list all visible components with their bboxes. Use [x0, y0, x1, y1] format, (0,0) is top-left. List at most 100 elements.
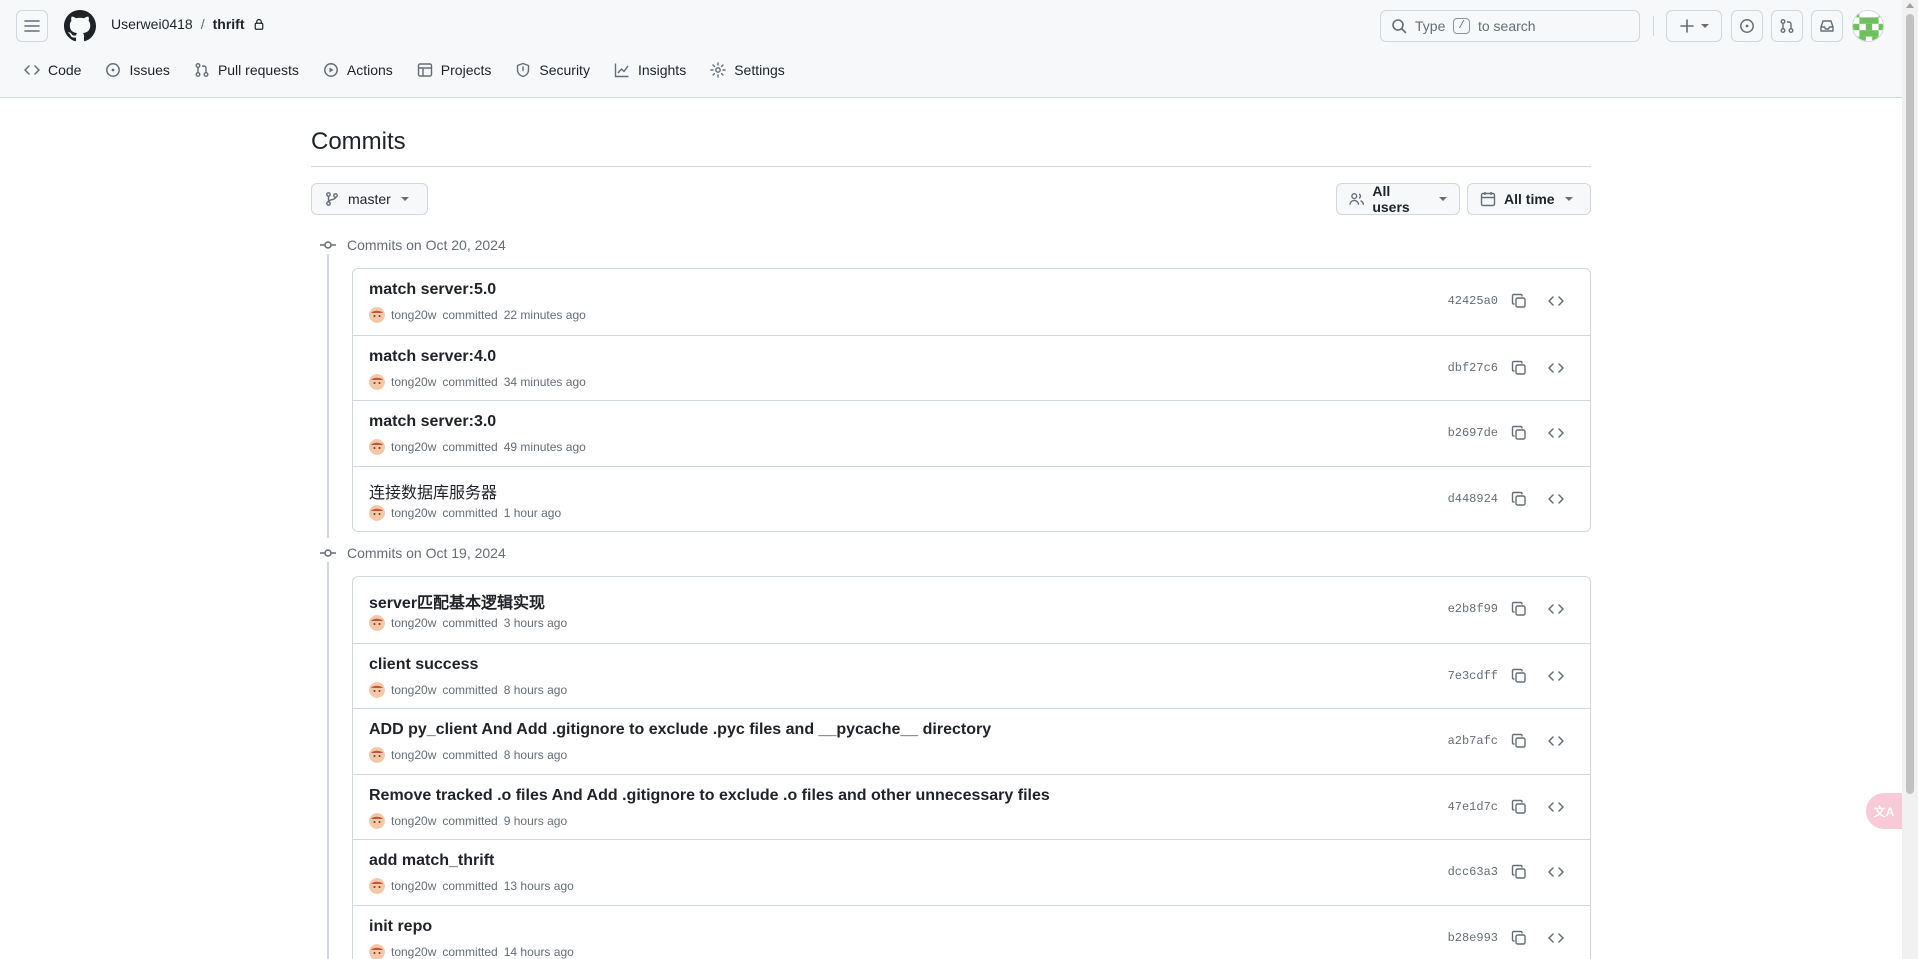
author-avatar[interactable]: [369, 615, 385, 631]
commit-sha[interactable]: dcc63a3: [1448, 865, 1498, 879]
commit-time: 34 minutes ago: [503, 374, 586, 389]
commit-author[interactable]: tong20w: [391, 945, 436, 959]
tab-label: Settings: [734, 62, 785, 78]
tab-insights[interactable]: Insights: [606, 56, 694, 84]
commit-sha[interactable]: b2697de: [1448, 426, 1498, 440]
author-avatar[interactable]: [369, 812, 385, 829]
copy-icon: [1511, 668, 1526, 683]
commit-title[interactable]: match server:4.0: [369, 348, 496, 366]
browse-repo-button[interactable]: [1542, 727, 1570, 755]
tab-projects[interactable]: Projects: [409, 56, 500, 84]
github-logo-icon[interactable]: [64, 10, 96, 42]
commit-title[interactable]: ADD py_client And Add .gitignore to excl…: [369, 721, 991, 739]
commit-author[interactable]: tong20w: [391, 308, 436, 322]
commit-title[interactable]: client success: [369, 656, 478, 674]
author-avatar[interactable]: [369, 943, 385, 959]
commit-verb: committed: [442, 505, 498, 520]
issues-button[interactable]: [1731, 10, 1763, 42]
copy-sha-button[interactable]: [1505, 858, 1533, 886]
copy-sha-button[interactable]: [1505, 793, 1533, 821]
breadcrumb-repo[interactable]: thrift: [213, 16, 245, 32]
create-new-button[interactable]: [1666, 10, 1722, 42]
commit-sha[interactable]: b28e993: [1448, 931, 1498, 945]
commit-author[interactable]: tong20w: [391, 375, 436, 389]
tab-label: Security: [539, 62, 590, 78]
tab-issues[interactable]: Issues: [97, 56, 177, 84]
commit-title[interactable]: Remove tracked .o files And Add .gitigno…: [369, 787, 1050, 805]
copy-sha-button[interactable]: [1505, 924, 1533, 952]
commit-sha[interactable]: e2b8f99: [1448, 602, 1498, 616]
commit-author[interactable]: tong20w: [391, 440, 436, 454]
commit-sha[interactable]: 7e3cdff: [1448, 669, 1498, 683]
commit-verb: committed: [442, 879, 498, 894]
branch-select-button[interactable]: master: [311, 183, 428, 215]
commit-title[interactable]: add match_thrift: [369, 852, 494, 870]
copy-sha-button[interactable]: [1505, 354, 1533, 382]
page-scrollbar[interactable]: [1902, 0, 1918, 959]
author-avatar[interactable]: [369, 504, 385, 521]
commit-author[interactable]: tong20w: [391, 506, 436, 520]
browse-repo-button[interactable]: [1542, 485, 1570, 513]
author-avatar[interactable]: [369, 307, 385, 323]
commit-author[interactable]: tong20w: [391, 879, 436, 893]
commit-sha[interactable]: 47e1d7c: [1448, 800, 1498, 814]
commit-author[interactable]: tong20w: [391, 814, 436, 828]
browse-repo-button[interactable]: [1542, 287, 1570, 315]
gear-icon: [710, 62, 726, 78]
inbox-button[interactable]: [1811, 10, 1843, 42]
commit-title[interactable]: match server:3.0: [369, 413, 496, 431]
tab-code[interactable]: Code: [16, 56, 89, 84]
breadcrumb-owner[interactable]: Userwei0418: [111, 16, 193, 32]
commit-author[interactable]: tong20w: [391, 748, 436, 762]
copy-sha-button[interactable]: [1505, 727, 1533, 755]
branch-name: master: [348, 191, 391, 207]
pull-requests-button[interactable]: [1771, 10, 1803, 42]
commit-meta: tong20w committed 34 minutes ago: [369, 373, 586, 390]
issue-icon: [106, 63, 121, 77]
commit-title[interactable]: init repo: [369, 918, 432, 936]
copy-sha-button[interactable]: [1505, 662, 1533, 690]
scrollbar-thumb[interactable]: [1906, 14, 1914, 794]
copy-sha-button[interactable]: [1505, 419, 1533, 447]
scroll-up-arrow-icon[interactable]: [1906, 3, 1914, 8]
commit-sha[interactable]: a2b7afc: [1448, 734, 1498, 748]
commit-verb: committed: [442, 374, 498, 389]
copy-sha-button[interactable]: [1505, 287, 1533, 315]
commit-author[interactable]: tong20w: [391, 616, 436, 630]
browse-repo-button[interactable]: [1542, 419, 1570, 447]
tab-security[interactable]: Security: [507, 56, 598, 84]
copy-icon: [1511, 293, 1526, 308]
commit-author[interactable]: tong20w: [391, 683, 436, 697]
commit-time: 8 hours ago: [503, 748, 568, 763]
commit-sha[interactable]: d448924: [1448, 492, 1498, 506]
browse-repo-button[interactable]: [1542, 354, 1570, 382]
commit-row: match server:3.0 tong20w committed 49 mi…: [353, 400, 1590, 466]
menu-button[interactable]: [16, 10, 48, 42]
users-filter-button[interactable]: All users: [1336, 183, 1460, 215]
search-input[interactable]: Type / to search: [1380, 10, 1640, 42]
commit-title[interactable]: server匹配基本逻辑实现: [369, 589, 545, 613]
commit-title[interactable]: 连接数据库服务器: [369, 479, 497, 503]
author-avatar[interactable]: [369, 878, 385, 895]
commit-sha[interactable]: dbf27c6: [1448, 361, 1498, 375]
commit-title[interactable]: match server:5.0: [369, 281, 496, 299]
browse-repo-button[interactable]: [1542, 793, 1570, 821]
user-avatar[interactable]: [1852, 10, 1884, 42]
translate-float-button[interactable]: 文A: [1866, 793, 1902, 829]
author-avatar[interactable]: [369, 439, 385, 456]
author-avatar[interactable]: [369, 373, 385, 390]
commit-time: 3 hours ago: [503, 616, 568, 630]
tab-settings[interactable]: Settings: [702, 56, 793, 84]
tab-actions[interactable]: Actions: [315, 56, 401, 84]
author-avatar[interactable]: [369, 681, 385, 698]
time-filter-button[interactable]: All time: [1467, 183, 1591, 215]
browse-repo-button[interactable]: [1542, 662, 1570, 690]
commit-sha[interactable]: 42425a0: [1448, 294, 1498, 308]
browse-repo-button[interactable]: [1542, 595, 1570, 623]
author-avatar[interactable]: [369, 747, 385, 764]
copy-sha-button[interactable]: [1505, 485, 1533, 513]
browse-repo-button[interactable]: [1542, 858, 1570, 886]
copy-sha-button[interactable]: [1505, 595, 1533, 623]
browse-repo-button[interactable]: [1542, 924, 1570, 952]
tab-pull-requests[interactable]: Pull requests: [186, 56, 307, 84]
